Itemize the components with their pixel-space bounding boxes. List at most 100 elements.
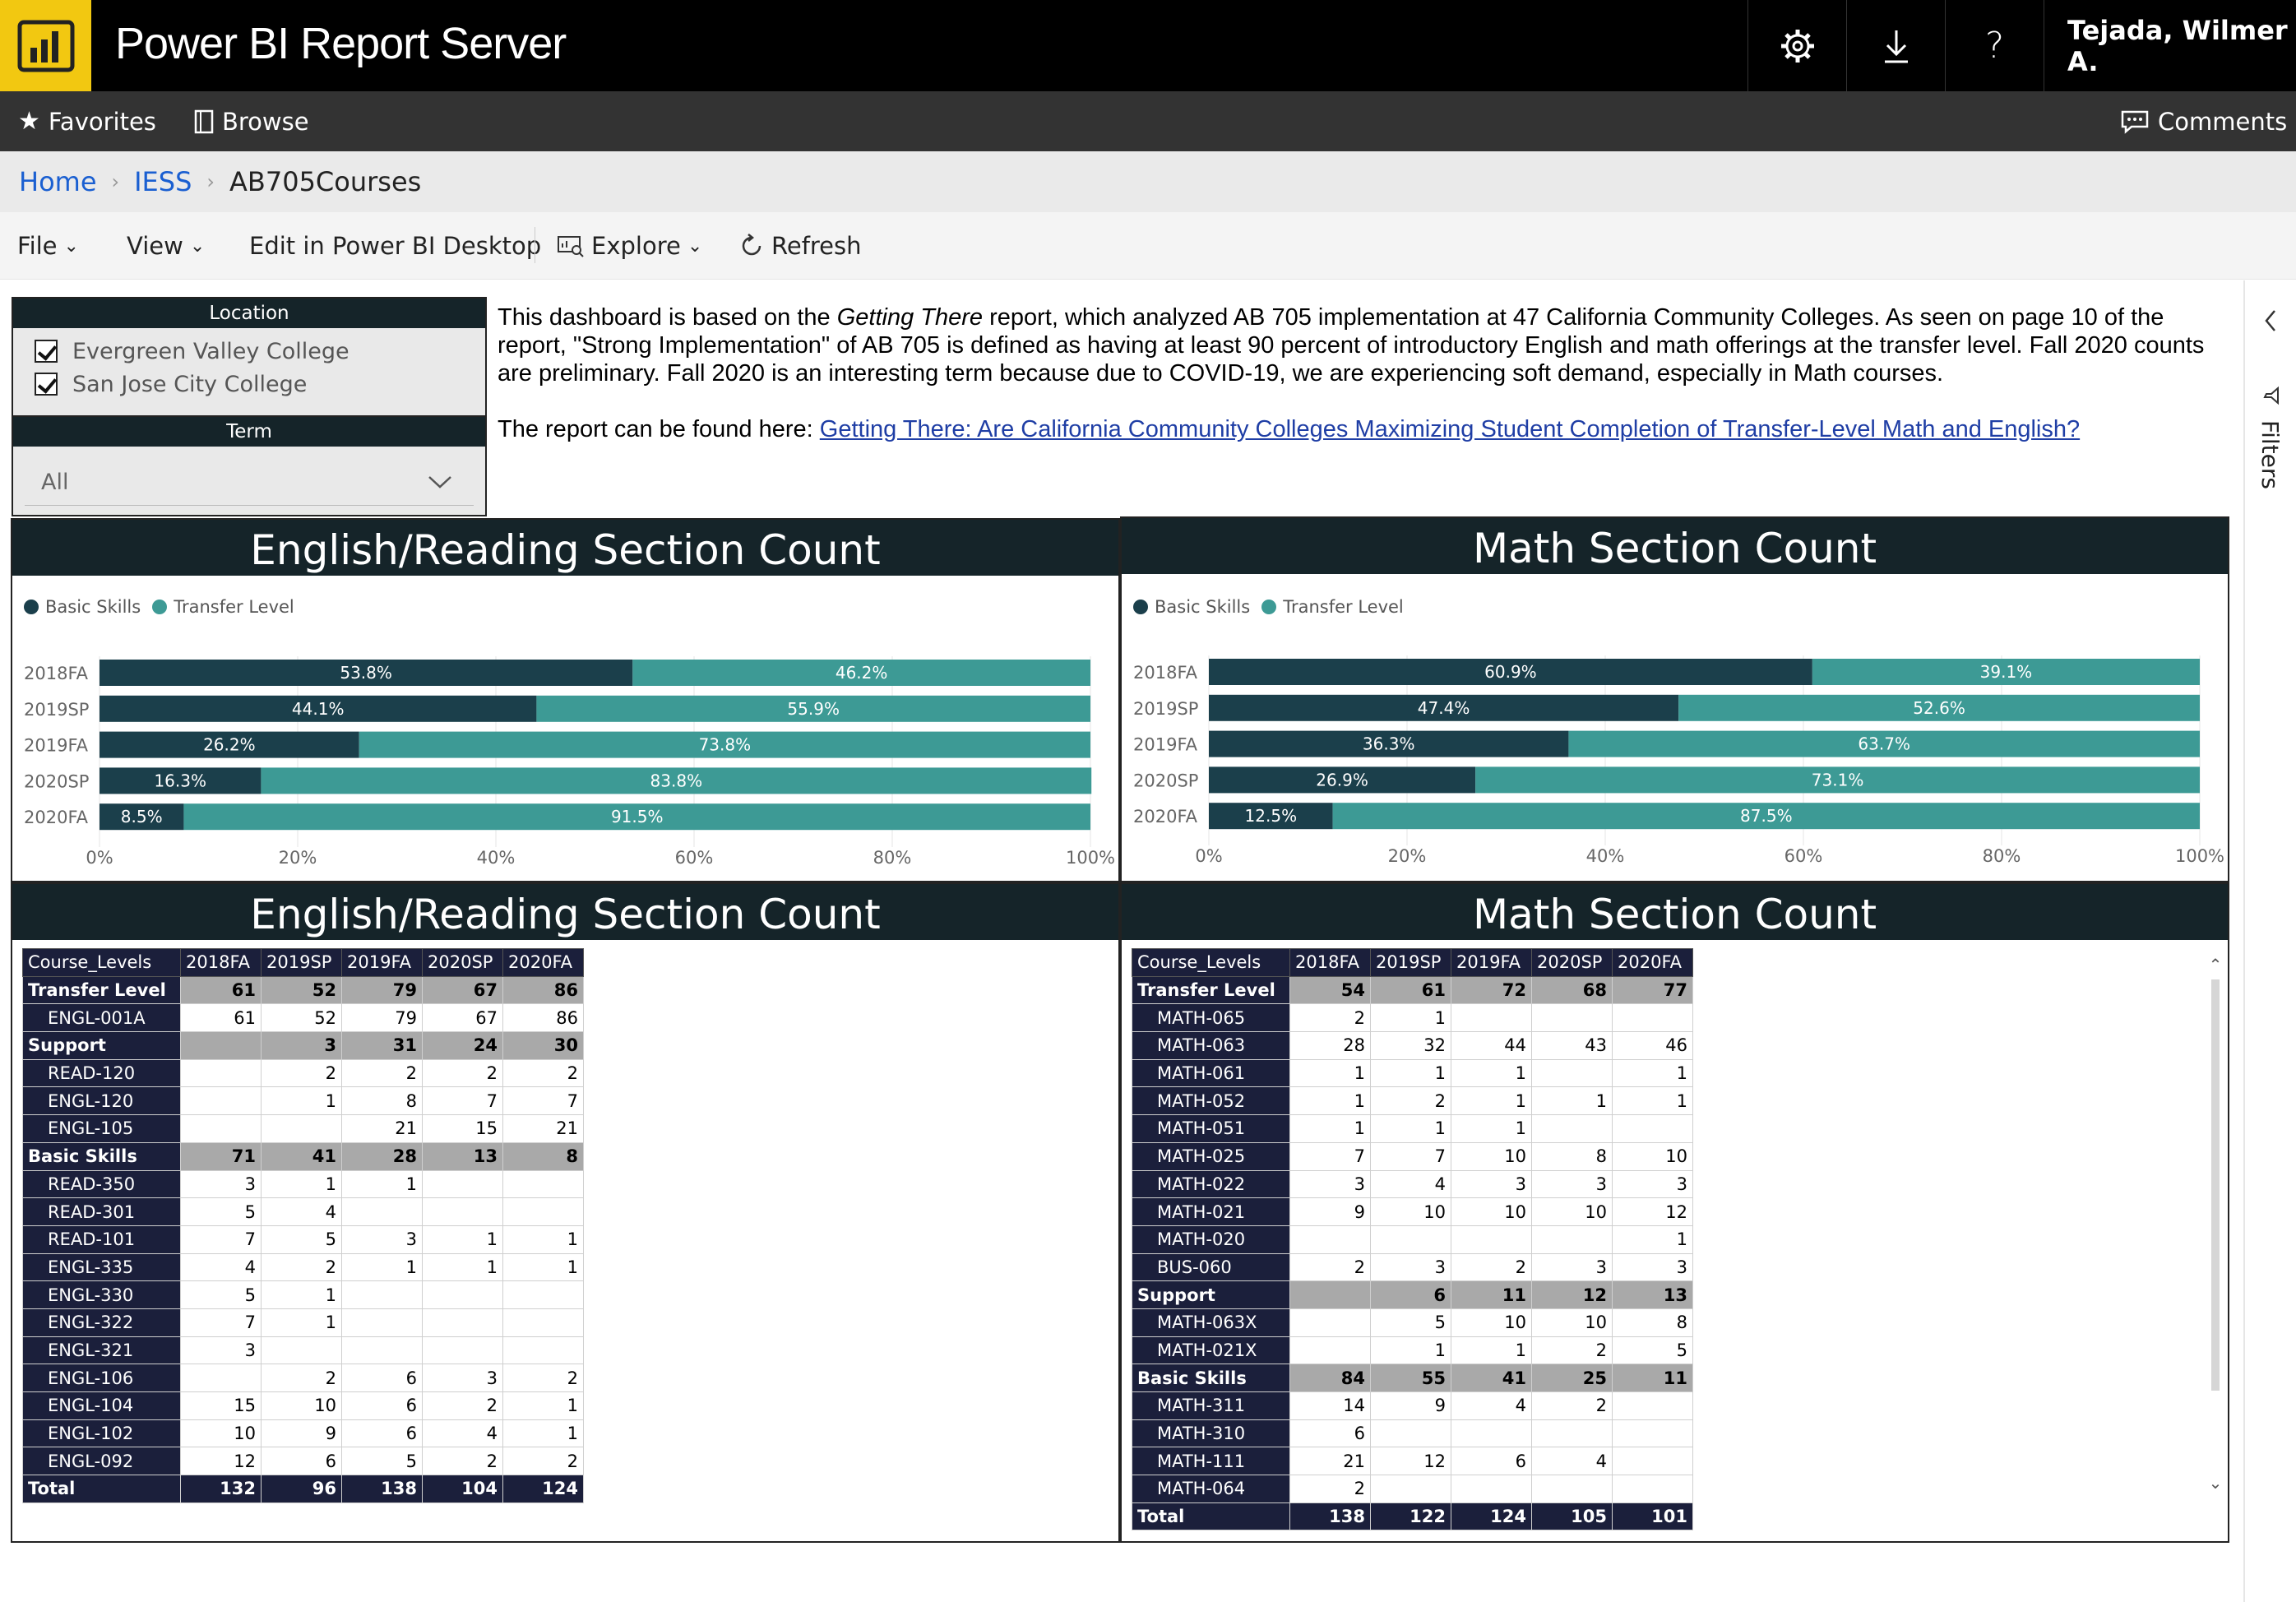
column-header[interactable]: 2018FA xyxy=(180,948,262,977)
settings-button[interactable] xyxy=(1747,0,1846,91)
matrix-cell: 86 xyxy=(502,975,584,1005)
row-label: Support xyxy=(22,1031,181,1060)
table-row: MATH-020 1 xyxy=(1132,1225,1693,1254)
breadcrumb-home[interactable]: Home xyxy=(19,166,97,197)
location-option[interactable]: Evergreen Valley College xyxy=(13,335,485,368)
term-slicer-title: Term xyxy=(13,417,485,447)
row-label: READ-120 xyxy=(22,1058,181,1088)
table-row: MATH-065 2 1 xyxy=(1132,1003,1693,1033)
scroll-down-icon[interactable]: ⌄ xyxy=(2207,1473,2224,1493)
table-row: MATH-022 3 4 3 3 3 xyxy=(1132,1169,1693,1199)
data-label: 47.4% xyxy=(1418,698,1470,718)
x-tick-label: 100% xyxy=(1066,848,1115,868)
matrix-cell: 61 xyxy=(180,975,262,1005)
matrix-cell: 1 xyxy=(1370,1058,1451,1088)
matrix-cell xyxy=(1289,1308,1371,1337)
help-button[interactable]: ? xyxy=(1945,0,2044,91)
row-label: Transfer Level xyxy=(1132,975,1290,1005)
table-row: ENGL-102 10 9 6 4 1 xyxy=(22,1419,584,1448)
matrix-cell: 3 xyxy=(422,1364,503,1392)
row-header-column[interactable]: Course_Levels xyxy=(1132,948,1290,977)
column-header[interactable]: 2018FA xyxy=(1289,948,1371,977)
view-menu-label: View xyxy=(127,232,183,260)
matrix-cell: 1 xyxy=(1289,1058,1371,1088)
matrix-cell: 3 xyxy=(180,1169,262,1199)
matrix-cell: 54 xyxy=(1289,975,1371,1005)
download-button[interactable] xyxy=(1846,0,1945,91)
file-menu[interactable]: File ⌄ xyxy=(17,212,79,280)
location-slicer-title: Location xyxy=(13,299,485,328)
explore-menu[interactable]: Explore ⌄ xyxy=(557,212,702,280)
column-header[interactable]: 2019FA xyxy=(341,948,423,977)
matrix-cell: 6 xyxy=(341,1364,423,1392)
matrix-cell: 13 xyxy=(422,1141,503,1171)
power-bi-logo[interactable] xyxy=(0,0,91,91)
column-header[interactable]: 2019SP xyxy=(1370,948,1451,977)
matrix-cell: 1 xyxy=(502,1252,584,1282)
matrix-title: English/Reading Section Count xyxy=(12,884,1118,940)
report-link[interactable]: Getting There: Are California Community … xyxy=(820,416,2080,442)
browse-link[interactable]: Browse xyxy=(194,91,309,151)
report-toolbar: File ⌄ View ⌄ Edit in Power BI Desktop E… xyxy=(0,212,2296,280)
favorites-label: Favorites xyxy=(48,107,156,136)
data-label: 12.5% xyxy=(1245,806,1298,826)
table-row: ENGL-322 7 1 xyxy=(22,1308,584,1337)
data-label: 46.2% xyxy=(836,663,888,683)
matrix-cell: 71 xyxy=(180,1141,262,1171)
explore-icon xyxy=(558,236,584,257)
checkbox-checked-icon[interactable] xyxy=(35,340,58,363)
matrix-cell: 8 xyxy=(1612,1308,1693,1337)
column-header[interactable]: 2020SP xyxy=(422,948,503,977)
table-row: READ-101 7 5 3 1 1 xyxy=(22,1225,584,1254)
matrix-cell: 138 xyxy=(1289,1502,1371,1531)
user-name[interactable]: Tejada, Wilmer A. xyxy=(2044,0,2296,91)
matrix-cell: 2 xyxy=(261,1364,342,1392)
column-header[interactable]: 2019SP xyxy=(261,948,342,977)
chevron-down-icon: ⌄ xyxy=(189,235,206,257)
comments-button[interactable]: Comments xyxy=(2120,91,2287,151)
x-tick-label: 80% xyxy=(873,848,912,868)
matrix-cell: 9 xyxy=(1370,1391,1451,1420)
matrix-cell: 10 xyxy=(1451,1141,1532,1171)
breadcrumb-folder[interactable]: IESS xyxy=(134,166,192,197)
matrix-cell: 3 xyxy=(1370,1252,1451,1282)
scroll-up-icon[interactable]: ⌃ xyxy=(2207,955,2224,975)
matrix-cell: 6 xyxy=(261,1447,342,1476)
location-option-label: San Jose City College xyxy=(72,371,308,397)
table-row: MATH-111 21 12 6 4 xyxy=(1132,1447,1693,1476)
location-option[interactable]: San Jose City College xyxy=(13,368,485,400)
row-header-column[interactable]: Course_Levels xyxy=(22,948,181,977)
term-dropdown[interactable]: All xyxy=(25,460,474,506)
refresh-button[interactable]: Refresh xyxy=(738,212,862,280)
matrix-scrollbar[interactable]: ⌃ ⌄ xyxy=(2207,955,2224,1514)
column-header[interactable]: 2020FA xyxy=(1612,948,1693,977)
matrix-cell: 4 xyxy=(1451,1391,1532,1420)
data-label: 36.3% xyxy=(1363,734,1415,754)
column-header[interactable]: 2020SP xyxy=(1531,948,1613,977)
view-menu[interactable]: View ⌄ xyxy=(127,212,205,280)
matrix-cell: 52 xyxy=(261,975,342,1005)
scrollbar-thumb[interactable] xyxy=(2211,979,2220,1391)
group-row: Basic Skills 71 41 28 13 8 xyxy=(22,1141,584,1171)
filters-pane-collapsed[interactable]: Filters xyxy=(2243,280,2296,1602)
column-header[interactable]: 2019FA xyxy=(1451,948,1532,977)
favorites-link[interactable]: ★ Favorites xyxy=(18,91,156,151)
chevron-left-icon[interactable] xyxy=(2263,308,2278,333)
matrix-cell: 10 xyxy=(1531,1308,1613,1337)
star-icon: ★ xyxy=(18,107,40,136)
row-label: MATH-311 xyxy=(1132,1391,1290,1420)
checkbox-checked-icon[interactable] xyxy=(35,373,58,396)
edit-in-desktop-button[interactable]: Edit in Power BI Desktop xyxy=(249,212,541,280)
table-row: ENGL-092 12 6 5 2 2 xyxy=(22,1447,584,1476)
matrix-cell: 1 xyxy=(1370,1003,1451,1033)
gear-icon xyxy=(1780,29,1814,63)
row-label: MATH-065 xyxy=(1132,1003,1290,1033)
chevron-right-icon: › xyxy=(206,170,215,193)
matrix-cell: 1 xyxy=(261,1086,342,1116)
row-label: ENGL-105 xyxy=(22,1114,181,1143)
column-header[interactable]: 2020FA xyxy=(502,948,584,977)
matrix-cell xyxy=(1531,1475,1613,1503)
matrix-cell: 1 xyxy=(502,1419,584,1448)
y-tick-label: 2019SP xyxy=(1133,699,1198,719)
matrix-cell xyxy=(1370,1475,1451,1503)
